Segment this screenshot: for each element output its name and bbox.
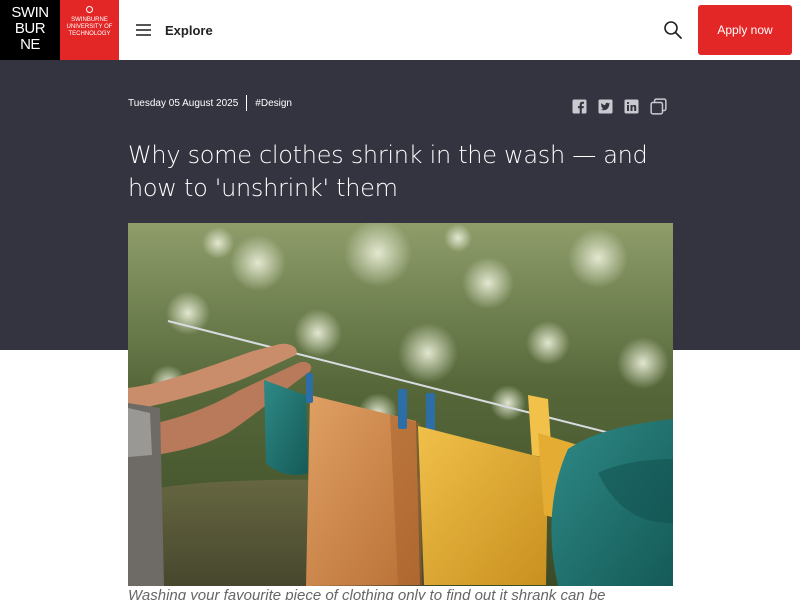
swinburne-logo[interactable]: SWIN BUR NE [0, 0, 60, 60]
article-title: Why some clothes shrink in the wash — an… [128, 141, 648, 202]
explore-label: Explore [165, 22, 213, 38]
apply-now-button[interactable]: Apply now [698, 5, 792, 55]
logo-seal-icon [86, 6, 93, 13]
university-name-block: Swinburne University of Technology [60, 0, 119, 60]
university-name-line: University of [66, 24, 113, 30]
copy-link-icon[interactable] [650, 98, 667, 115]
university-name-line: Swinburne [71, 17, 108, 23]
share-icons [572, 98, 667, 115]
article-meta: Tuesday 05 August 2025 #Design [128, 90, 292, 116]
article-intro-text: Washing your favourite piece of clothing… [128, 587, 606, 600]
hamburger-menu-icon [136, 24, 151, 36]
search-icon [664, 21, 682, 39]
logo-wordmark-line: NE [20, 36, 40, 53]
logo-wordmark-line: SWIN [11, 4, 49, 21]
facebook-icon[interactable] [572, 99, 587, 114]
explore-menu-button[interactable]: Explore [136, 18, 213, 42]
site-header: SWIN BUR NE Swinburne University of Tech… [0, 0, 800, 60]
linkedin-icon[interactable] [624, 99, 639, 114]
logo-wordmark-line: BUR [14, 20, 46, 37]
search-button[interactable] [663, 20, 683, 40]
publish-date: Tuesday 05 August 2025 [128, 95, 248, 111]
twitter-icon[interactable] [598, 99, 613, 114]
category-tag-link[interactable]: #Design [247, 95, 292, 111]
university-name-line: Technology [68, 31, 111, 37]
hero-photo-clothesline [128, 223, 673, 586]
